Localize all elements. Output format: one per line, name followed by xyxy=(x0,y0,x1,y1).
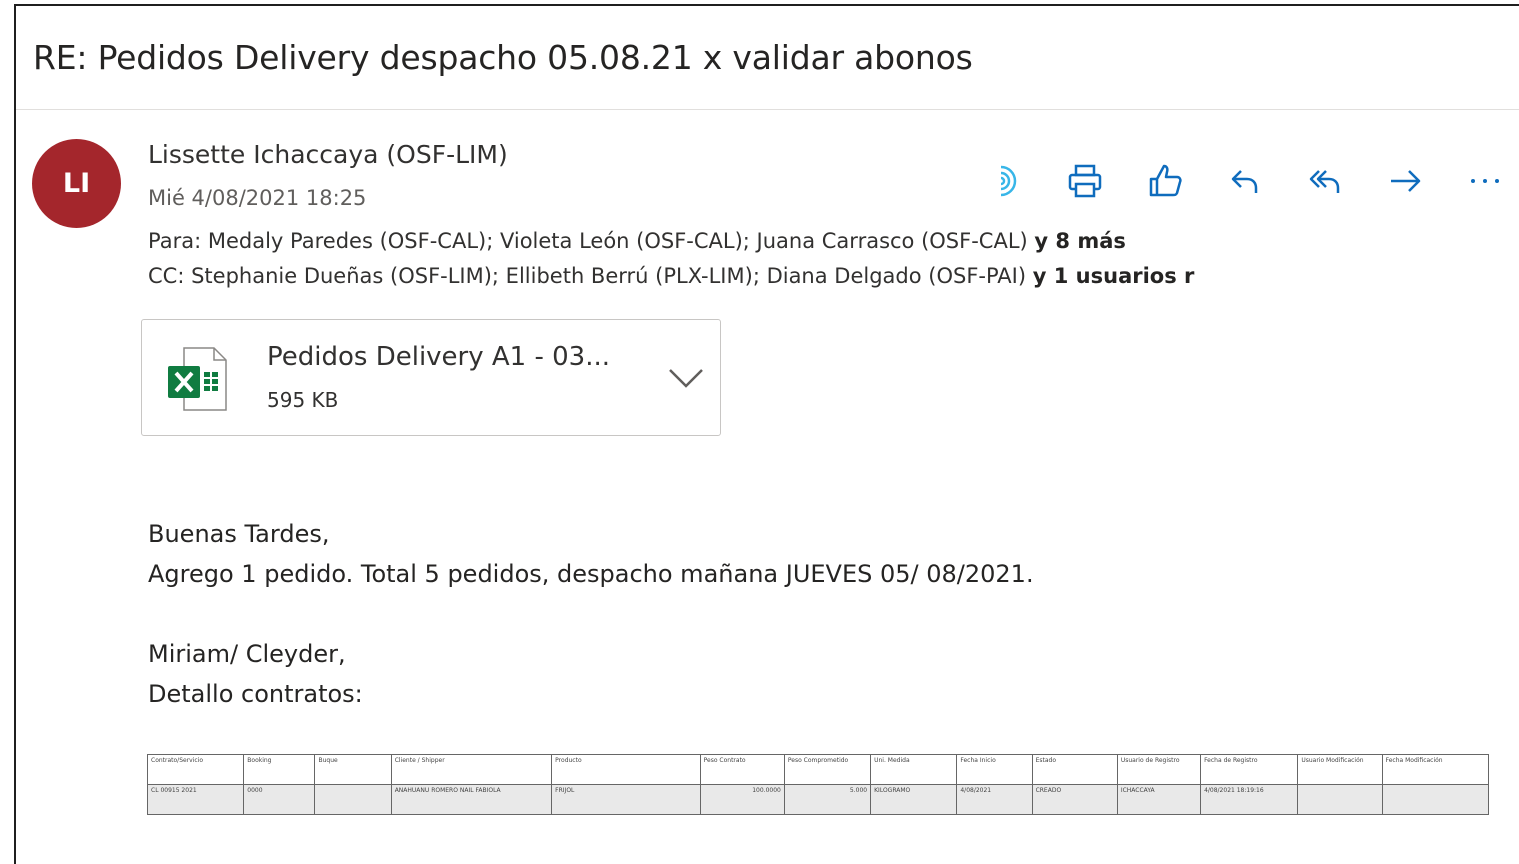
table-cell: 100.0000 xyxy=(699,784,785,815)
table-header-cell: Estado xyxy=(1031,754,1118,785)
table-cell: 4/08/2021 18:19:16 xyxy=(1200,784,1299,815)
to-label: Para: xyxy=(148,229,202,253)
to-more-link[interactable]: y 8 más xyxy=(1034,229,1125,253)
like-button[interactable] xyxy=(1145,160,1225,202)
body-line-1: Agrego 1 pedido. Total 5 pedidos, despac… xyxy=(148,560,1034,588)
email-subject: RE: Pedidos Delivery despacho 05.08.21 x… xyxy=(33,38,973,77)
table-cell xyxy=(1381,784,1490,815)
reply-all-button[interactable] xyxy=(1305,160,1385,202)
table-header-cell: Booking xyxy=(243,754,316,785)
like-icon xyxy=(1149,164,1182,197)
table-cell xyxy=(1297,784,1383,815)
forward-button[interactable] xyxy=(1385,160,1465,202)
more-options-button[interactable] xyxy=(1465,160,1519,202)
more-options-icon xyxy=(1471,179,1499,183)
body-line-3: Detallo contratos: xyxy=(148,680,363,708)
table-header-cell: Buque xyxy=(314,754,392,785)
excel-icon xyxy=(168,347,227,411)
body-line-2: Miriam/ Cleyder, xyxy=(148,640,346,668)
table-cell: KILOGRAMO xyxy=(870,784,958,815)
attachment-card[interactable]: Pedidos Delivery A1 - 03... 595 KB xyxy=(141,319,721,436)
immersive-reader-icon xyxy=(1000,165,1017,197)
sender-name[interactable]: Lissette Ichaccaya (OSF-LIM) xyxy=(148,140,508,169)
table-header-cell: Fecha Modificación xyxy=(1381,754,1490,785)
table-header-cell: Peso Contrato xyxy=(699,754,785,785)
to-recipients: Para: Medaly Paredes (OSF-CAL); Violeta … xyxy=(148,229,1126,253)
table-cell: CREADO xyxy=(1031,784,1118,815)
print-button[interactable] xyxy=(1065,160,1145,202)
table-header-cell: Usuario de Registro xyxy=(1116,754,1202,785)
cc-more-link[interactable]: y 1 usuarios r xyxy=(1033,264,1195,288)
table-header-cell: Fecha Inicio xyxy=(956,754,1033,785)
attachment-name[interactable]: Pedidos Delivery A1 - 03... xyxy=(267,342,610,372)
message-actions xyxy=(985,160,1519,202)
immersive-reader-button[interactable] xyxy=(985,160,1065,202)
cc-label: CC: xyxy=(148,264,185,288)
attachment-size: 595 KB xyxy=(267,388,339,412)
table-header-row: Contrato/Servicio Booking Buque Cliente … xyxy=(146,754,1490,785)
to-list[interactable]: Medaly Paredes (OSF-CAL); Violeta León (… xyxy=(208,229,1028,253)
table-header-cell: Producto xyxy=(551,754,701,785)
print-icon xyxy=(1068,164,1102,198)
sent-date: Mié 4/08/2021 18:25 xyxy=(148,186,367,210)
table-cell: 5.000 xyxy=(783,784,872,815)
reply-all-icon xyxy=(1309,170,1340,193)
subject-divider xyxy=(16,109,1519,110)
contracts-table: Contrato/Servicio Booking Buque Cliente … xyxy=(146,754,1490,815)
table-header-cell: Usuario Modificación xyxy=(1297,754,1383,785)
table-cell: 4/08/2021 xyxy=(956,784,1033,815)
table-cell: FRIJOL xyxy=(551,784,701,815)
sender-avatar[interactable]: LI xyxy=(32,139,121,228)
table-header-cell: Uni. Medida xyxy=(870,754,958,785)
table-cell: 0000 xyxy=(243,784,316,815)
cc-list[interactable]: Stephanie Dueñas (OSF-LIM); Ellibeth Ber… xyxy=(191,264,1026,288)
table-cell: ICHACCAYA xyxy=(1116,784,1202,815)
table-header-cell: Contrato/Servicio xyxy=(146,754,245,785)
cc-recipients: CC: Stephanie Dueñas (OSF-LIM); Ellibeth… xyxy=(148,264,1194,288)
body-greeting: Buenas Tardes, xyxy=(148,520,330,548)
table-cell xyxy=(314,784,392,815)
reply-button[interactable] xyxy=(1225,160,1305,202)
table-header-cell: Peso Comprometido xyxy=(783,754,872,785)
table-header-cell: Fecha de Registro xyxy=(1200,754,1299,785)
forward-icon xyxy=(1391,170,1421,192)
chevron-down-icon[interactable] xyxy=(664,358,708,398)
table-cell: ANAHUANU ROMERO NAIL FABIOLA xyxy=(390,784,553,815)
table-row: CL 00915 2021 0000 ANAHUANU ROMERO NAIL … xyxy=(146,784,1490,815)
table-header-cell: Cliente / Shipper xyxy=(390,754,553,785)
reply-icon xyxy=(1231,170,1258,193)
table-cell: CL 00915 2021 xyxy=(146,784,245,815)
